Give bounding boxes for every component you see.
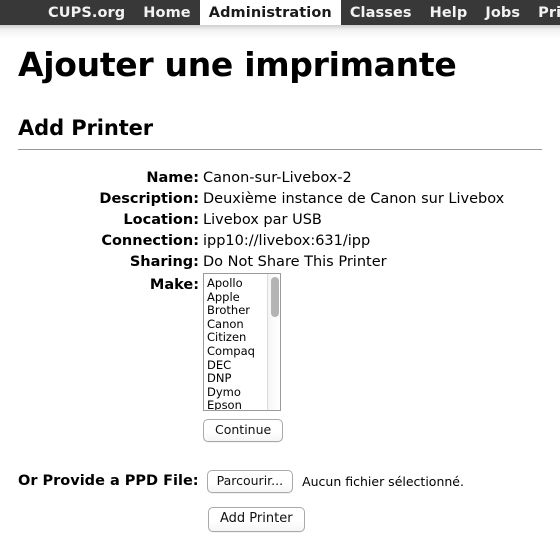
nav-item-label: Home (143, 4, 191, 21)
field-value-location: Livebox par USB (203, 211, 322, 228)
nav-item-home[interactable]: Home (134, 0, 199, 25)
field-label-location: Location: (123, 211, 199, 228)
nav-item-printers[interactable]: Print (529, 0, 560, 25)
field-value-sharing: Do Not Share This Printer (203, 253, 387, 270)
field-value-connection: ipp10://livebox:631/ipp (203, 232, 371, 249)
browse-file-button[interactable]: Parcourir... (206, 469, 294, 493)
make-listbox[interactable]: Apollo Apple Brother Canon Citizen Compa… (203, 272, 281, 411)
nav-item-cups-org[interactable]: CUPS.org (39, 0, 134, 25)
ppd-file-row: Or Provide a PPD File: Parcourir... Aucu… (18, 469, 542, 493)
table-row-description: Description: Deuxième instance de Canon … (18, 189, 504, 210)
nav-item-label: Classes (349, 4, 412, 21)
table-row-name: Name: Canon-sur-Livebox-2 (18, 168, 504, 189)
section-divider (18, 148, 542, 150)
main-navigation-bar: CUPS.org Home Administration Classes Hel… (0, 0, 560, 25)
ppd-file-label: Or Provide a PPD File: (18, 473, 199, 490)
field-value-description: Deuxième instance de Canon sur Livebox (203, 190, 505, 207)
nav-item-label: Print (538, 4, 560, 21)
table-row-connection: Connection: ipp10://livebox:631/ipp (18, 231, 504, 252)
nav-item-label: CUPS.org (48, 4, 126, 21)
nav-item-classes[interactable]: Classes (341, 0, 421, 25)
make-listbox-scrollbar[interactable] (267, 273, 280, 410)
nav-item-help[interactable]: Help (421, 0, 477, 25)
nav-item-jobs[interactable]: Jobs (476, 0, 529, 25)
continue-button[interactable]: Continue (203, 418, 284, 442)
nav-item-label: Administration (208, 4, 332, 21)
page-title: Ajouter une imprimante (18, 45, 457, 84)
field-value-make: Apollo Apple Brother Canon Citizen Compa… (203, 272, 504, 442)
file-status-text: Aucun fichier sélectionné. (302, 473, 464, 489)
nav-item-label: Jobs (485, 4, 521, 21)
continue-button-wrapper: Continue (203, 411, 504, 442)
table-row-location: Location: Livebox par USB (18, 210, 504, 231)
nav-item-administration[interactable]: Administration (199, 0, 341, 25)
field-label-make: Make: (149, 276, 199, 293)
printer-details-table: Name: Canon-sur-Livebox-2 Description: D… (18, 168, 504, 442)
field-label-connection: Connection: (101, 232, 199, 249)
add-printer-button[interactable]: Add Printer (208, 506, 305, 532)
nav-item-label: Help (429, 4, 468, 21)
section-title: Add Printer (18, 115, 154, 140)
table-row-sharing: Sharing: Do Not Share This Printer (18, 252, 504, 273)
field-label-description: Description: (99, 190, 199, 207)
table-row-make: Make: Apollo Apple Brother Canon Citizen… (18, 272, 504, 442)
page-content: Ajouter une imprimante Add Printer Name:… (0, 25, 560, 532)
scrollbar-thumb[interactable] (270, 276, 279, 317)
add-printer-button-wrapper: Add Printer (18, 506, 542, 532)
field-value-name: Canon-sur-Livebox-2 (203, 169, 352, 186)
field-label-name: Name: (146, 169, 199, 186)
field-label-sharing: Sharing: (129, 253, 199, 270)
